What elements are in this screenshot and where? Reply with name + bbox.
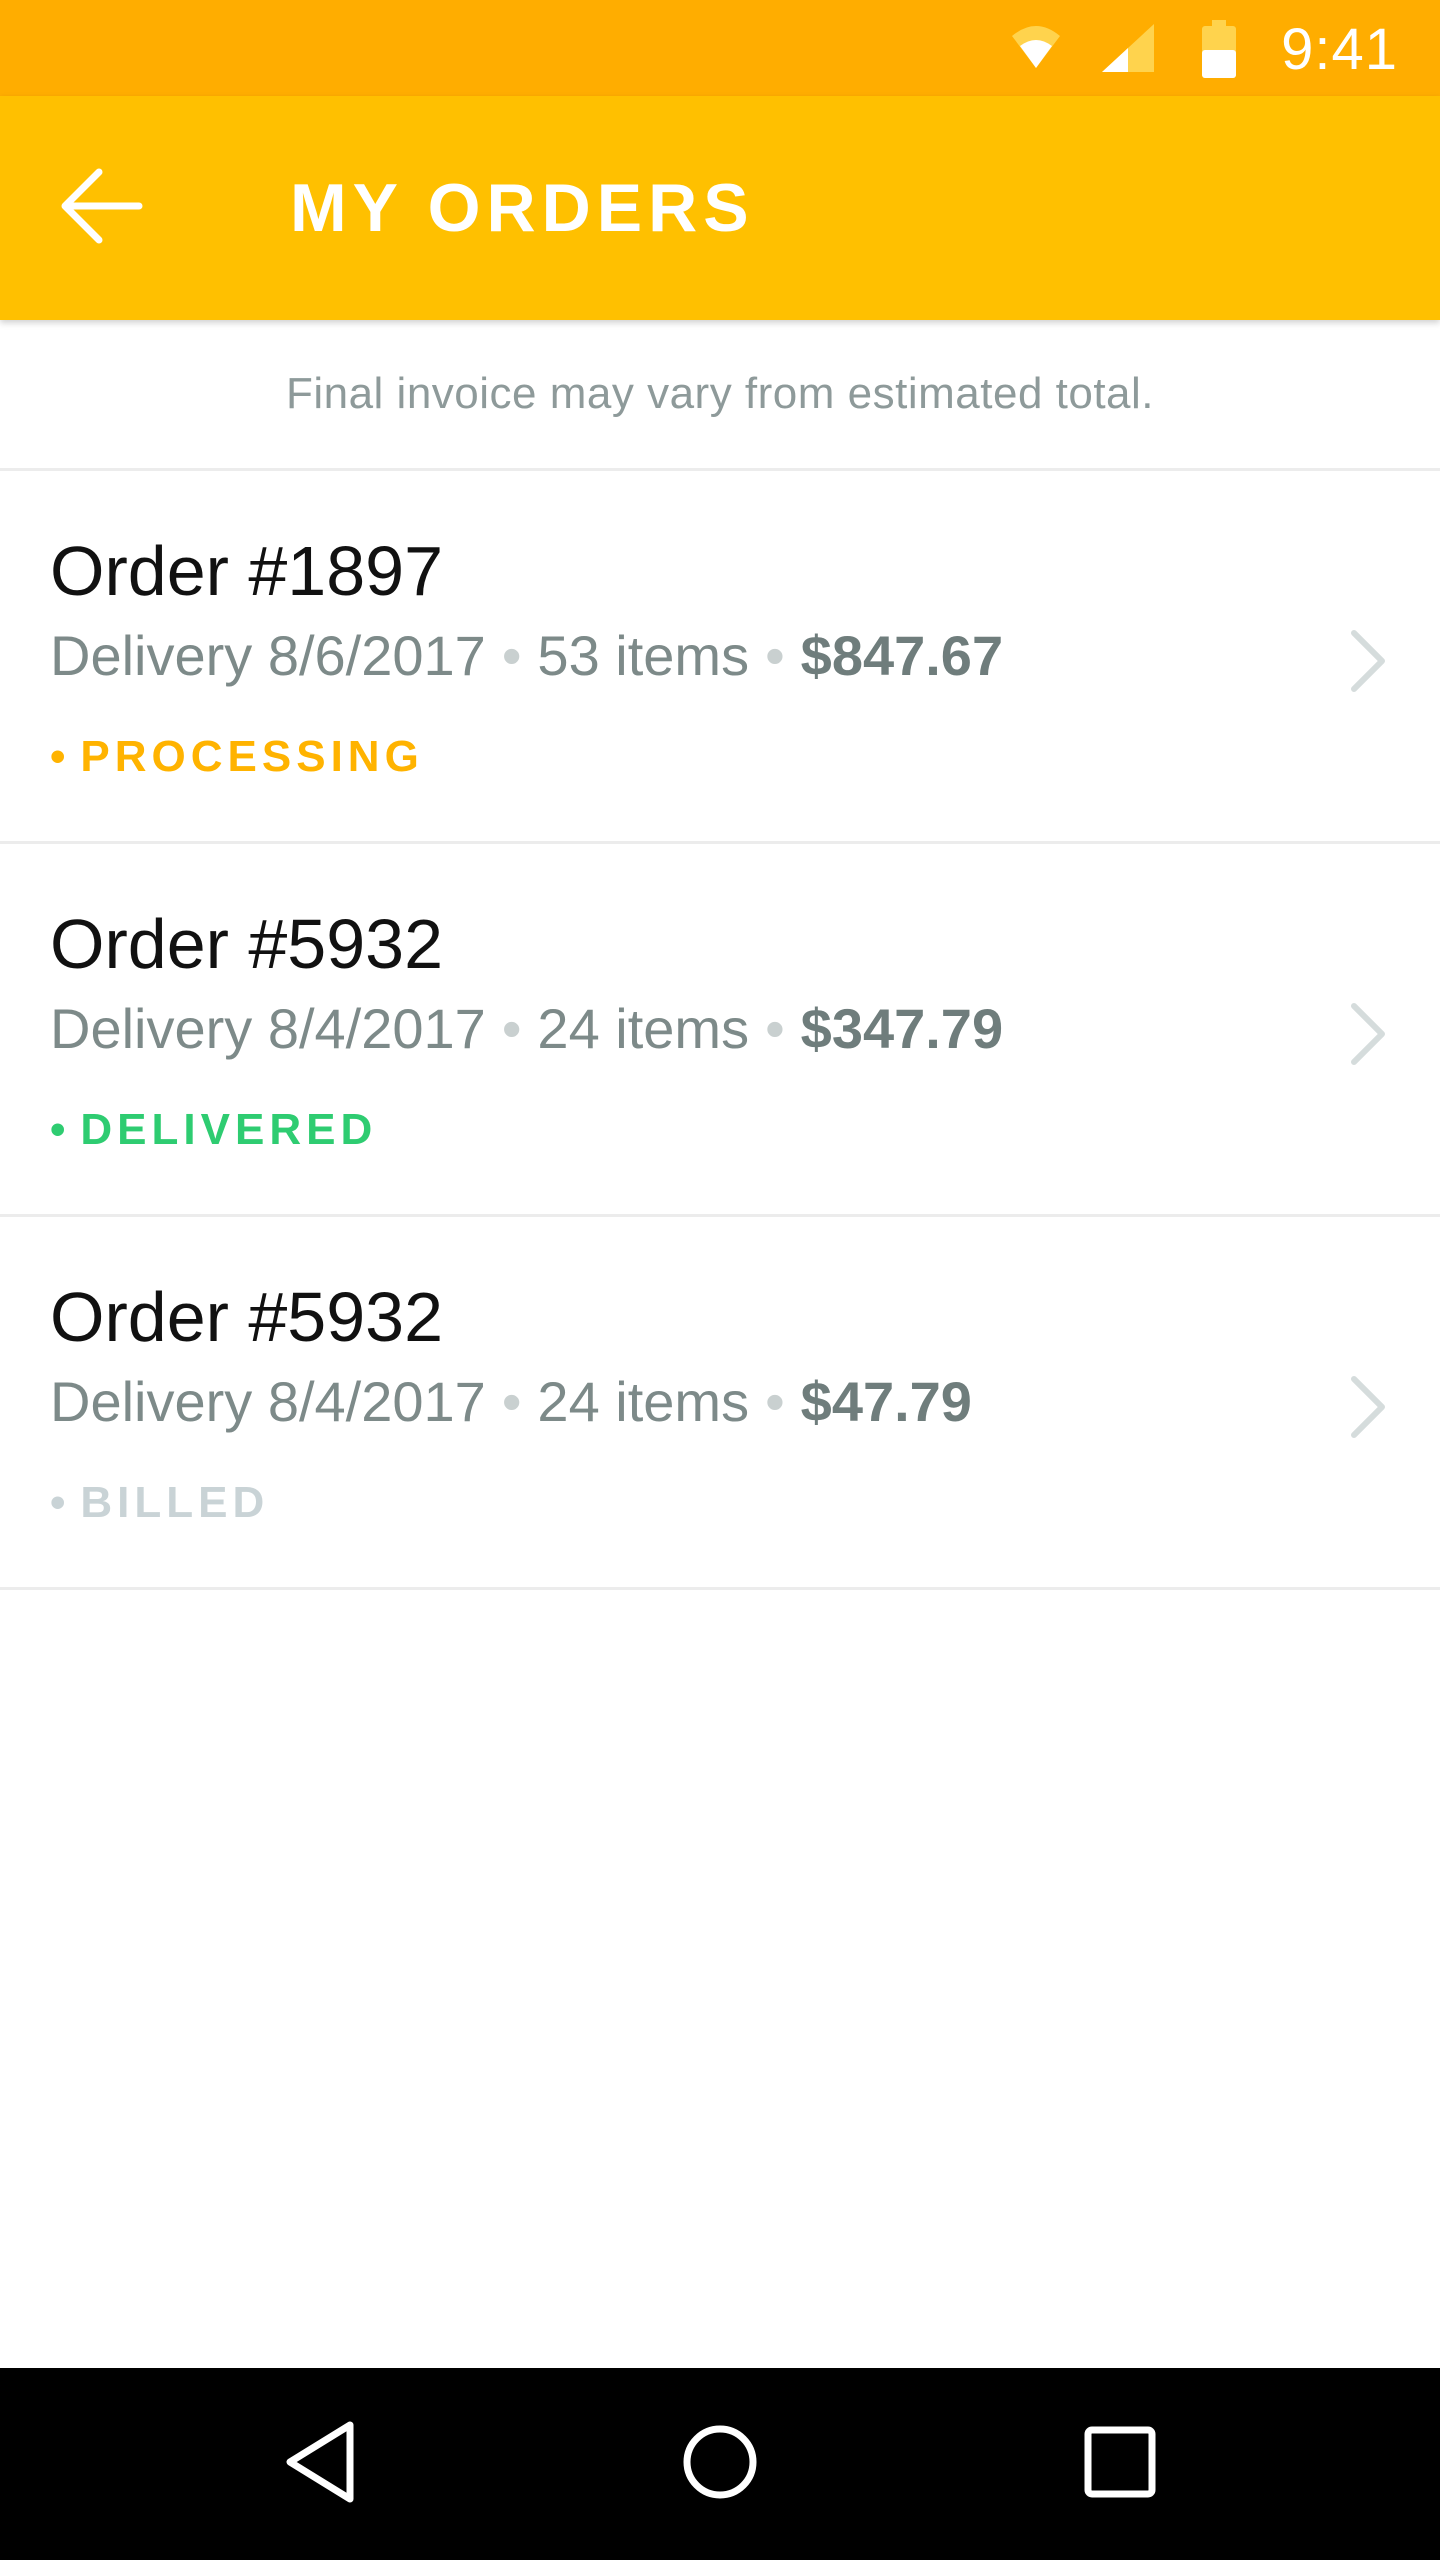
order-total: $847.67 [800,624,1004,687]
arrow-left-icon [59,166,145,251]
order-total: $47.79 [800,1370,972,1433]
status-time: 9:41 [1281,17,1398,82]
order-meta: Delivery 8/4/2017 • 24 items • $347.79 [50,994,1003,1064]
screen: 9:41 MY ORDERS Final invoice may vary fr… [0,0,1440,2560]
order-title: Order #5932 [50,1278,444,1356]
order-total: $347.79 [800,997,1004,1060]
separator-dot: • [765,997,785,1060]
circle-home-icon [680,2422,760,2507]
app-bar: MY ORDERS [0,96,1440,320]
separator-dot: • [765,624,785,687]
chevron-right-icon [1336,1367,1396,1447]
status-dot: • [50,1105,71,1154]
order-list: Order #1897 Delivery 8/6/2017 • 53 items • $… [0,471,1440,1590]
order-status: • BILLED [50,1475,269,1531]
order-delivery-date: Delivery 8/6/2017 [50,624,486,687]
separator-dot: • [501,624,522,687]
chevron-right-icon [1336,994,1396,1074]
order-meta: Delivery 8/4/2017 • 24 items • $47.79 [50,1367,972,1437]
triangle-back-icon [280,2417,360,2512]
page-title: MY ORDERS [290,170,755,246]
order-meta: Delivery 8/6/2017 • 53 items • $847.67 [50,621,1003,691]
order-title: Order #1897 [50,532,444,610]
order-status-label: DELIVERED [80,1105,378,1154]
order-item-count: 53 items [537,624,750,687]
separator-dot: • [501,997,522,1060]
order-status-label: PROCESSING [80,732,424,781]
nav-recents-button[interactable] [1060,2404,1180,2524]
back-button[interactable] [40,152,164,264]
order-title: Order #5932 [50,905,444,983]
battery-icon [1202,18,1236,83]
square-recents-icon [1080,2422,1160,2507]
order-status-label: BILLED [80,1478,270,1527]
nav-home-button[interactable] [660,2404,780,2524]
order-item-count: 24 items [537,1370,750,1433]
nav-back-button[interactable] [260,2404,380,2524]
wifi-icon [1010,22,1062,79]
order-item-count: 24 items [537,997,750,1060]
status-dot: • [50,1478,71,1527]
separator-dot: • [501,1370,522,1433]
status-bar: 9:41 [0,0,1440,96]
chevron-right-icon [1336,621,1396,701]
order-delivery-date: Delivery 8/4/2017 [50,1370,486,1433]
order-delivery-date: Delivery 8/4/2017 [50,997,486,1060]
separator-dot: • [765,1370,785,1433]
status-dot: • [50,732,71,781]
cellular-signal-icon [1100,22,1156,79]
order-list-item[interactable]: Order #5932 Delivery 8/4/2017 • 24 items • $… [0,1217,1440,1590]
order-list-item[interactable]: Order #1897 Delivery 8/6/2017 • 53 items • $… [0,471,1440,844]
order-list-item[interactable]: Order #5932 Delivery 8/4/2017 • 24 items • $… [0,844,1440,1217]
order-status: • DELIVERED [50,1102,377,1158]
order-status: • PROCESSING [50,729,424,785]
invoice-notice: Final invoice may vary from estimated to… [0,320,1440,471]
system-nav-bar [0,2368,1440,2560]
